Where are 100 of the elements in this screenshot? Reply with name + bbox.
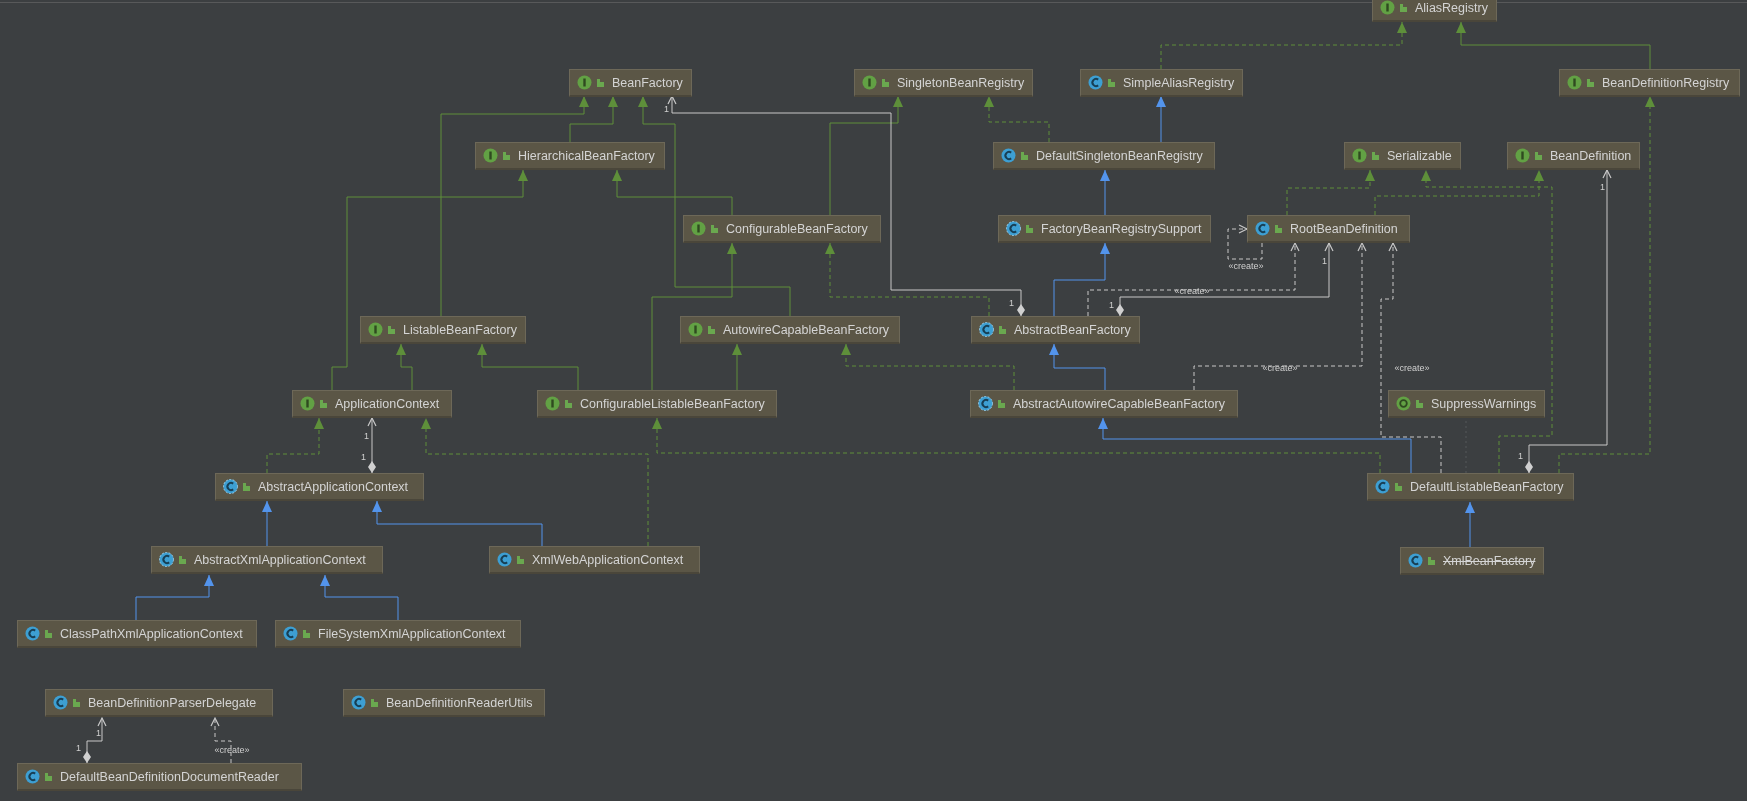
abstract-class-icon (223, 479, 238, 494)
class-node[interactable]: XmlBeanFactory (1400, 547, 1545, 575)
interface-node[interactable]: ListableBeanFactory (360, 316, 526, 344)
class-node[interactable]: FileSystemXmlApplicationContext (275, 620, 521, 648)
class-name: XmlWebApplicationContext (532, 552, 684, 567)
class-name: AliasRegistry (1415, 0, 1488, 15)
class-name: ApplicationContext (335, 396, 440, 411)
visibility-icon (564, 398, 573, 409)
visibility-icon (1399, 2, 1408, 13)
class-node[interactable]: BeanDefinitionParserDelegate (45, 689, 273, 717)
inheritance-arrow (1156, 95, 1166, 143)
class-name: AbstractAutowireCapableBeanFactory (1013, 396, 1225, 411)
class-node[interactable]: DefaultBeanDefinitionDocumentReader (17, 763, 302, 791)
visibility-icon (72, 697, 81, 708)
interface-node[interactable]: ConfigurableListableBeanFactory (537, 390, 777, 418)
class-name: AutowireCapableBeanFactory (723, 322, 890, 337)
inheritance-arrow (1100, 169, 1110, 216)
interface-node[interactable]: SingletonBeanRegistry (854, 69, 1034, 97)
visibility-icon (1394, 481, 1403, 492)
stereotype-label: «create» (1228, 261, 1264, 271)
interface-icon (1380, 0, 1395, 15)
visibility-icon (881, 77, 890, 88)
class-node[interactable]: DefaultListableBeanFactory (1367, 473, 1574, 501)
abstract-class-node[interactable]: AbstractAutowireCapableBeanFactory (970, 390, 1238, 418)
interface-icon (688, 322, 703, 337)
class-node[interactable]: XmlWebApplicationContext (489, 546, 700, 574)
stereotype-label: «create» (1394, 363, 1430, 373)
multiplicity-label: 1 (1518, 451, 1523, 461)
multiplicity-label: 1 (361, 452, 366, 462)
class-node[interactable]: ClassPathXmlApplicationContext (17, 620, 257, 648)
class-icon (1088, 75, 1103, 90)
class-name: ClassPathXmlApplicationContext (60, 626, 243, 641)
interface-node[interactable]: ConfigurableBeanFactory (683, 215, 881, 243)
class-name: Serializable (1387, 148, 1452, 163)
class-name: SuppressWarnings (1431, 396, 1537, 411)
class-name: FileSystemXmlApplicationContext (318, 626, 506, 641)
class-icon (25, 626, 40, 641)
visibility-icon (1586, 77, 1595, 88)
class-node[interactable]: BeanDefinitionReaderUtils (343, 689, 545, 717)
class-name: HierarchicalBeanFactory (518, 148, 655, 163)
interface-node[interactable]: AutowireCapableBeanFactory (680, 316, 900, 344)
abstract-class-node[interactable]: AbstractApplicationContext (215, 473, 424, 501)
interface-icon (483, 148, 498, 163)
visibility-icon (596, 77, 605, 88)
class-icon (1001, 148, 1016, 163)
interface-icon (1515, 148, 1530, 163)
class-icon (53, 695, 68, 710)
stereotype-label: «create» (214, 745, 250, 755)
abstract-class-icon (159, 552, 174, 567)
multiplicity-label: 1 (364, 431, 369, 441)
inheritance-arrow (1049, 343, 1106, 391)
annotation-icon (1396, 396, 1411, 411)
abstract-class-node[interactable]: AbstractBeanFactory (971, 316, 1140, 344)
interface-node[interactable]: BeanDefinition (1507, 142, 1641, 170)
multiplicity-label: 1 (76, 743, 81, 753)
interface-node[interactable]: Serializable (1344, 142, 1461, 170)
class-node[interactable]: RootBeanDefinition (1247, 215, 1410, 243)
realization-arrow (984, 95, 1050, 143)
abstract-class-node[interactable]: FactoryBeanRegistrySupport (998, 215, 1211, 243)
interface-node[interactable]: HierarchicalBeanFactory (475, 142, 665, 170)
interface-node[interactable]: AliasRegistry (1372, 0, 1497, 22)
interface-node[interactable]: BeanFactory (569, 69, 692, 97)
class-node[interactable]: DefaultSingletonBeanRegistry (993, 142, 1215, 170)
class-icon (25, 769, 40, 784)
visibility-icon (242, 481, 251, 492)
visibility-icon (516, 554, 525, 565)
abstract-class-icon (978, 396, 993, 411)
abstract-class-icon (1006, 221, 1021, 236)
stereotype-label: «create» (1174, 286, 1210, 296)
class-name: FactoryBeanRegistrySupport (1041, 221, 1202, 236)
class-name: AbstractBeanFactory (1014, 322, 1131, 337)
class-name: SingletonBeanRegistry (897, 75, 1025, 90)
visibility-icon (370, 697, 379, 708)
visibility-icon (44, 771, 53, 782)
multiplicity-label: 1 (664, 104, 669, 114)
class-node[interactable]: SimpleAliasRegistry (1080, 69, 1244, 97)
interface-icon (862, 75, 877, 90)
interface-icon (1352, 148, 1367, 163)
class-name: DefaultSingletonBeanRegistry (1036, 148, 1203, 163)
class-name: BeanDefinitionRegistry (1602, 75, 1730, 90)
interface-node[interactable]: ApplicationContext (292, 390, 452, 418)
abstract-class-node[interactable]: AbstractXmlApplicationContext (151, 546, 383, 574)
visibility-icon (1020, 150, 1029, 161)
class-name: BeanDefinitionParserDelegate (88, 695, 257, 710)
class-name: ConfigurableBeanFactory (726, 221, 868, 236)
visibility-icon (1427, 555, 1436, 566)
annotation-node[interactable]: SuppressWarnings (1388, 390, 1546, 418)
class-name: ListableBeanFactory (403, 322, 517, 337)
multiplicity-label: 1 (96, 728, 101, 738)
visibility-icon (1107, 77, 1116, 88)
inheritance-arrow (1465, 501, 1475, 548)
interface-node[interactable]: BeanDefinitionRegistry (1559, 69, 1740, 97)
visibility-icon (1534, 150, 1543, 161)
interface-icon (545, 396, 560, 411)
visibility-icon (1371, 150, 1380, 161)
visibility-icon (997, 398, 1006, 409)
class-icon (283, 626, 298, 641)
interface-icon (1567, 75, 1582, 90)
class-name: ConfigurableListableBeanFactory (580, 396, 765, 411)
multiplicity-label: 1 (1109, 300, 1114, 310)
